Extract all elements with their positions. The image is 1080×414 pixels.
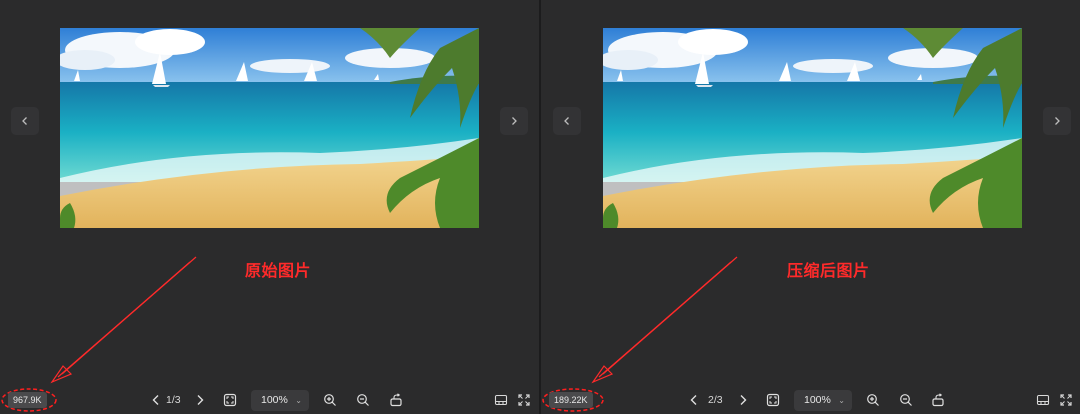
thumbnail-strip-icon: [1036, 394, 1050, 406]
fullscreen-button[interactable]: [1058, 392, 1074, 408]
chevron-right-icon: [197, 395, 204, 405]
rotate-icon: [390, 393, 402, 407]
fullscreen-button[interactable]: [516, 392, 532, 408]
chevron-left-icon: [564, 117, 569, 125]
next-page-button[interactable]: [735, 392, 751, 408]
zoom-in-icon: [324, 394, 336, 406]
zoom-out-button[interactable]: [355, 392, 371, 408]
viewer-toolbar: 189.22K 2/3 100% ⌄: [541, 386, 1080, 414]
chevron-left-icon: [152, 395, 159, 405]
prev-page-button[interactable]: [148, 392, 164, 408]
annotation-caption: 原始图片: [245, 261, 312, 280]
prev-page-button[interactable]: [686, 392, 702, 408]
zoom-in-icon: [867, 394, 879, 406]
rotate-icon: [932, 393, 944, 407]
previous-image-button[interactable]: [553, 107, 581, 135]
zoom-out-icon: [357, 394, 369, 406]
fullscreen-icon: [518, 394, 530, 406]
image-viewer-panel: 原始图片 967.9K 1/3 100% ⌄: [0, 0, 539, 414]
page-indicator: 1/3: [166, 394, 181, 406]
beach-photo: [603, 28, 1022, 228]
next-image-button[interactable]: [500, 107, 528, 135]
zoom-in-button[interactable]: [865, 392, 881, 408]
zoom-level-value: 100%: [804, 394, 831, 406]
fit-screen-icon: [766, 393, 780, 407]
annotation-caption: 压缩后图片: [787, 261, 870, 280]
rotate-button[interactable]: [930, 392, 946, 408]
thumbnail-toggle-button[interactable]: [1035, 392, 1051, 408]
fit-to-screen-button[interactable]: [222, 392, 238, 408]
zoom-level-select[interactable]: 100% ⌄: [251, 390, 309, 411]
next-image-button[interactable]: [1043, 107, 1071, 135]
zoom-out-button[interactable]: [898, 392, 914, 408]
thumbnail-toggle-button[interactable]: [493, 392, 509, 408]
file-size-badge: 967.9K: [8, 392, 47, 408]
fit-to-screen-button[interactable]: [765, 392, 781, 408]
chevron-left-icon: [22, 117, 27, 125]
chevron-down-icon: ⌄: [295, 396, 302, 405]
file-size-badge: 189.22K: [549, 392, 593, 408]
image-viewer-panel: 压缩后图片 189.22K 2/3 100% ⌄: [541, 0, 1080, 414]
chevron-right-icon: [512, 117, 517, 125]
previous-image-button[interactable]: [11, 107, 39, 135]
next-page-button[interactable]: [192, 392, 208, 408]
page-indicator: 2/3: [708, 394, 723, 406]
rotate-button[interactable]: [388, 392, 404, 408]
chevron-down-icon: ⌄: [838, 396, 845, 405]
zoom-level-select[interactable]: 100% ⌄: [794, 390, 852, 411]
thumbnail-strip-icon: [494, 394, 508, 406]
chevron-left-icon: [690, 395, 697, 405]
chevron-right-icon: [740, 395, 747, 405]
zoom-out-icon: [900, 394, 912, 406]
fullscreen-icon: [1060, 394, 1072, 406]
zoom-in-button[interactable]: [322, 392, 338, 408]
viewer-toolbar: 967.9K 1/3 100% ⌄: [0, 386, 539, 414]
zoom-level-value: 100%: [261, 394, 288, 406]
fit-screen-icon: [223, 393, 237, 407]
beach-photo: [60, 28, 479, 228]
chevron-right-icon: [1055, 117, 1060, 125]
